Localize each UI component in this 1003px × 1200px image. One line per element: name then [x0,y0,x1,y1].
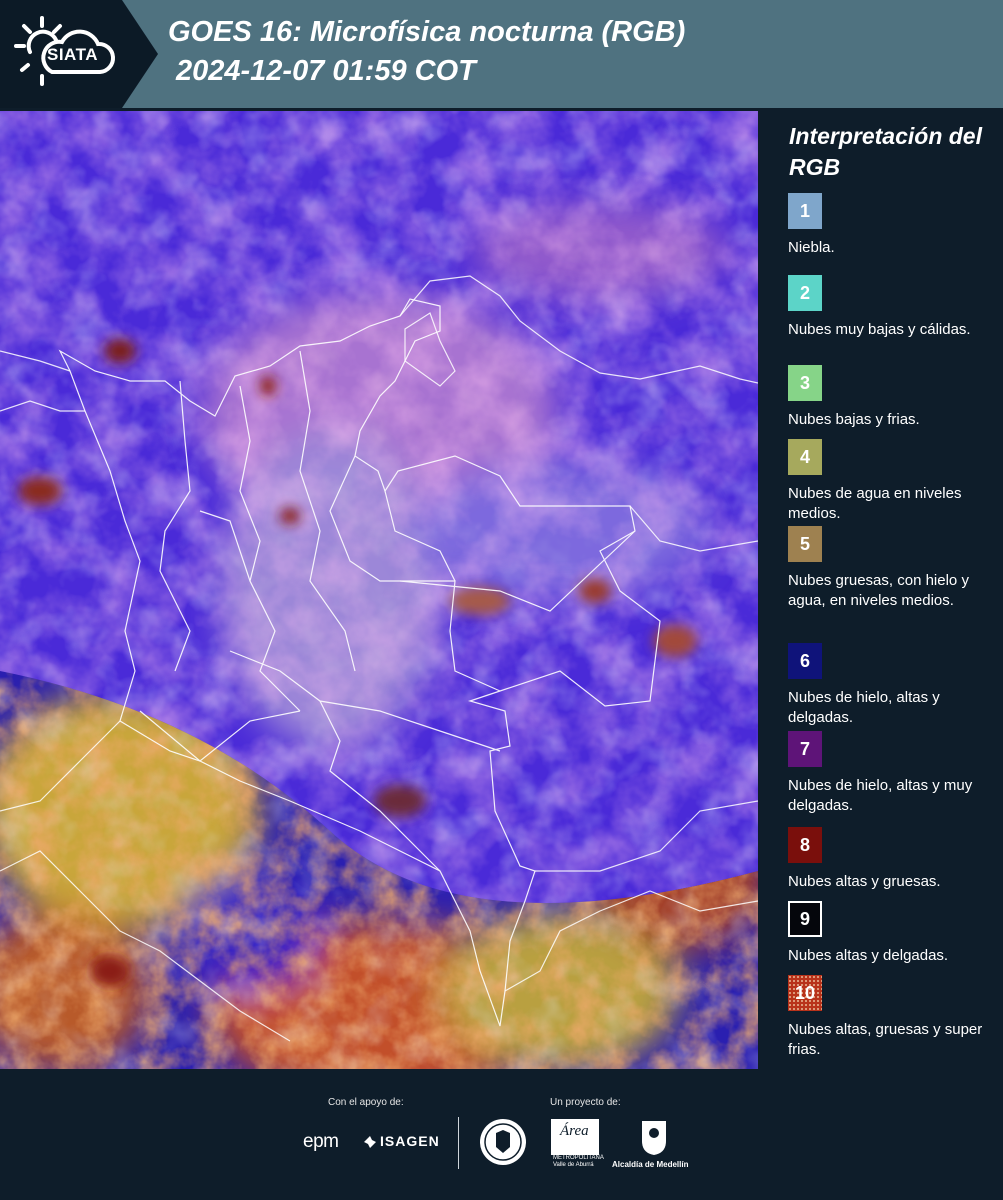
epm-logo[interactable]: epm [303,1131,339,1153]
legend-label: Nubes de hielo, altas y muy delgadas. [788,777,973,814]
legend-swatch: 2 [788,275,822,311]
legend-label: Nubes altas, gruesas y super frias. [788,1021,983,1058]
legend-label: Nubes gruesas, con hielo y agua, en nive… [788,572,969,609]
legend-item: 7 Nubes de hielo, altas y muy delgadas. [788,731,998,816]
legend-swatch: 10 [788,975,822,1011]
satellite-rgb-map[interactable] [0,111,758,1069]
project-caption: Un proyecto de: [550,1097,621,1108]
legend-label: Nubes bajas y frias. [788,411,920,428]
legend-swatch: 1 [788,193,822,229]
logo-text: SIATA [47,45,98,64]
footer: Con el apoyo de: Un proyecto de: epm ISA… [0,1069,1003,1200]
legend-item: 6 Nubes de hielo, altas y delgadas. [788,643,998,728]
legend-label: Nubes de agua en niveles medios. [788,485,962,522]
legend-item: 3 Nubes bajas y frias. [788,365,998,430]
page-title: GOES 16: Microfísica nocturna (RGB) [168,16,686,48]
support-caption: Con el apoyo de: [328,1097,404,1108]
area-sub1: METROPOLITANA [553,1155,604,1161]
alcaldia-label: Alcaldía de Medellín [612,1160,689,1169]
isagen-icon [364,1136,376,1148]
legend-label: Nubes de hielo, altas y delgadas. [788,689,940,726]
header-bar: SIATA GOES 16: Microfísica nocturna (RGB… [0,0,1003,108]
legend-swatch: 5 [788,526,822,562]
footer-divider [458,1117,459,1169]
legend-swatch: 9 [788,901,822,937]
page-timestamp: 2024-12-07 01:59 COT [176,55,476,87]
university-seal-icon[interactable] [478,1117,528,1167]
legend-swatch: 8 [788,827,822,863]
legend-item: 2 Nubes muy bajas y cálidas. [788,275,998,340]
legend-label: Niebla. [788,239,835,256]
legend-item: 10 Nubes altas, gruesas y super frias. [788,975,998,1060]
legend-item: 4 Nubes de agua en niveles medios. [788,439,998,524]
legend-label: Nubes muy bajas y cálidas. [788,321,971,338]
legend-item: 1 Niebla. [788,193,998,258]
legend-title: Interpretación del RGB [789,123,982,180]
area-logo-text: Área [560,1123,589,1139]
legend-swatch: 3 [788,365,822,401]
legend-swatch: 6 [788,643,822,679]
legend-swatch: 4 [788,439,822,475]
legend-item: 9 Nubes altas y delgadas. [788,901,998,966]
siata-logo[interactable]: SIATA [0,0,158,108]
legend-label: Nubes altas y gruesas. [788,873,941,890]
rgb-legend: Interpretación del RGB 1 Niebla. 2 Nubes mu… [760,111,1003,1069]
legend-label: Nubes altas y delgadas. [788,947,949,964]
medellin-coat-of-arms-icon[interactable] [640,1119,668,1157]
area-sub2: Valle de Aburrá [553,1162,594,1168]
isagen-logo[interactable]: ISAGEN [380,1133,440,1149]
legend-swatch: 7 [788,731,822,767]
legend-item: 5 Nubes gruesas, con hielo y agua, en niv… [788,526,998,611]
legend-item: 8 Nubes altas y gruesas. [788,827,998,892]
area-logo-subtitle: METROPOLITANA Valle de Aburrá [553,1155,604,1169]
